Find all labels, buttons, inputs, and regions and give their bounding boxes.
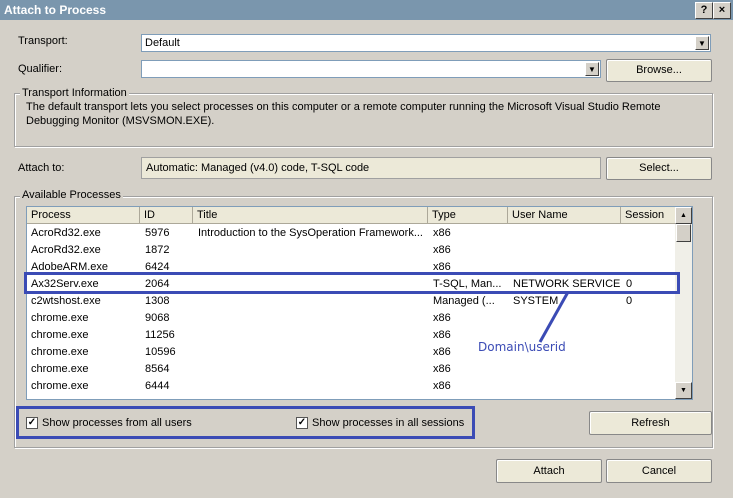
cell-type: x86 [433,380,451,392]
cell-id: 9068 [145,312,170,324]
cell-type: x86 [433,227,451,239]
scroll-down-icon[interactable]: ▼ [675,382,692,399]
show-all-sessions-checkbox[interactable]: ✓ [296,417,308,429]
cell-id: 5976 [145,227,170,239]
transport-info-text-1: The default transport lets you select pr… [26,101,661,113]
refresh-button[interactable]: Refresh [589,411,712,435]
chevron-down-icon[interactable]: ▼ [695,36,709,50]
cell-id: 1872 [145,244,170,256]
transport-info-heading: Transport Information [20,87,129,99]
cell-id: 11256 [145,329,175,341]
chevron-down-icon[interactable]: ▼ [585,62,599,76]
scroll-thumb[interactable] [676,224,691,242]
title-bar: Attach to Process ? × [0,0,733,20]
cell-type: x86 [433,363,451,375]
cancel-button[interactable]: Cancel [606,459,712,483]
attach-to-field: Automatic: Managed (v4.0) code, T-SQL co… [141,157,601,179]
attach-to-value: Automatic: Managed (v4.0) code, T-SQL co… [146,162,370,174]
cell-id: 8564 [145,363,170,375]
available-processes-heading: Available Processes [20,189,123,201]
column-header-process[interactable]: Process [27,207,140,224]
column-header-id[interactable]: ID [140,207,193,224]
cell-type: x86 [433,244,451,256]
show-all-users-label[interactable]: Show processes from all users [42,417,192,429]
cell-id: 10596 [145,346,176,358]
table-row[interactable]: chrome.exe 8564 x86 [27,361,677,378]
annotation-label: Domain\userid [478,340,566,354]
attach-to-label: Attach to: [18,162,65,174]
cell-process: chrome.exe [31,346,89,358]
selected-row-highlight [24,272,680,294]
help-button[interactable]: ? [695,2,713,19]
cell-process: chrome.exe [31,312,89,324]
cell-process: c2wtshost.exe [31,295,101,307]
cell-process: AcroRd32.exe [31,227,101,239]
table-row[interactable]: AcroRd32.exe 5976 Introduction to the SysO… [27,225,677,242]
cell-id: 6444 [145,380,170,392]
cell-process: chrome.exe [31,363,89,375]
qualifier-label: Qualifier: [18,63,63,75]
select-button[interactable]: Select... [606,157,712,180]
cell-title: Introduction to the SysOperation Framewo… [198,227,423,239]
show-all-sessions-label[interactable]: Show processes in all sessions [312,417,464,429]
cell-session: 0 [626,295,633,307]
scroll-up-icon[interactable]: ▲ [675,207,692,224]
cell-id: 1308 [145,295,170,307]
transport-label: Transport: [18,35,68,47]
transport-value: Default [145,37,180,49]
vertical-scrollbar[interactable]: ▲ ▼ [675,207,692,399]
cell-type: x86 [433,312,451,324]
column-header-type[interactable]: Type [428,207,508,224]
column-header-session[interactable]: Session [621,207,677,224]
process-list[interactable]: Process ID Title Type User Name Session … [26,206,693,400]
attach-button[interactable]: Attach [496,459,602,483]
transport-combo[interactable]: Default ▼ [141,34,711,52]
browse-button[interactable]: Browse... [606,59,712,82]
column-header-user-name[interactable]: User Name [508,207,621,224]
table-row[interactable]: AcroRd32.exe 1872 x86 [27,242,677,259]
table-row[interactable]: chrome.exe 6444 x86 [27,378,677,395]
close-button[interactable]: × [713,2,731,19]
column-header-title[interactable]: Title [193,207,428,224]
cell-process: AcroRd32.exe [31,244,101,256]
show-all-users-checkbox[interactable]: ✓ [26,417,38,429]
cell-process: chrome.exe [31,380,89,392]
window-title: Attach to Process [4,3,107,17]
cell-type: Managed (... [433,295,495,307]
qualifier-combo[interactable]: ▼ [141,60,601,78]
cell-process: chrome.exe [31,329,89,341]
transport-info-text-2: Debugging Monitor (MSVSMON.EXE). [26,115,215,127]
